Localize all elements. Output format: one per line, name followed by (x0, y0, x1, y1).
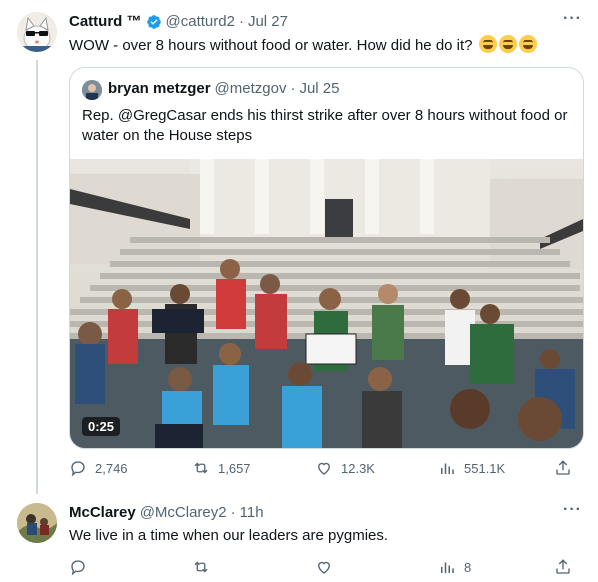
views-chart-icon (441, 562, 454, 573)
share-button[interactable] (554, 459, 572, 477)
author-handle[interactable]: @catturd2 (166, 13, 235, 30)
tweet-action-bar: 2,746 1,657 12.3K 551.1K (69, 459, 579, 477)
reply-reply-button[interactable] (69, 558, 192, 576)
views-chart-icon (441, 463, 454, 474)
tweet-text-block: WOW - over 8 hours without food or water… (69, 35, 579, 56)
thread-connector (36, 60, 38, 494)
views-button[interactable]: 551.1K (438, 459, 554, 477)
reply-retweet-button[interactable] (192, 558, 315, 576)
video-thumbnail (70, 159, 583, 448)
more-options-icon[interactable]: ··· (563, 10, 582, 28)
tweet-text: WOW - over 8 hours without food or water… (69, 37, 473, 54)
separator: · (290, 80, 296, 97)
author-name[interactable]: Catturd ™ (69, 13, 142, 30)
laughing-emoji-icon (478, 35, 497, 53)
view-count: 551.1K (464, 460, 506, 476)
retweet-icon (194, 561, 208, 573)
reply-more-options-icon[interactable]: ··· (563, 501, 582, 519)
reply-view-count: 8 (464, 559, 472, 575)
retweet-icon (194, 462, 208, 474)
share-icon (556, 559, 570, 574)
quoted-tweet-date[interactable]: Jul 25 (299, 80, 339, 97)
catturd-avatar[interactable] (17, 12, 57, 52)
reply-header: McClarey @McClarey2 · 11h (69, 504, 264, 521)
quoted-tweet-header: bryan metzger @metzgov · Jul 25 (108, 80, 340, 97)
tweet-header: Catturd ™ @catturd2 · Jul 27 (69, 13, 288, 30)
laughing-emoji-icon (518, 35, 537, 53)
video-duration: 0:25 (82, 417, 121, 436)
like-count: 12.3K (341, 460, 375, 476)
reply-icon (71, 461, 85, 477)
quoted-author-name[interactable]: bryan metzger (108, 80, 211, 97)
laughing-emoji-icon (498, 35, 517, 53)
mcclarey-avatar[interactable] (17, 503, 57, 543)
reply-icon (71, 560, 85, 576)
quoted-tweet-card[interactable]: bryan metzger @metzgov · Jul 25 Rep. @Gr… (69, 67, 584, 449)
reply-action-bar: 8 (69, 558, 579, 576)
reply-date[interactable]: 11h (240, 504, 264, 521)
reply-views-button[interactable]: 8 (438, 558, 554, 576)
reply-like-button[interactable] (315, 558, 438, 576)
quoted-tweet-text: Rep. @GregCasar ends his thirst strike a… (82, 107, 568, 144)
separator: · (230, 504, 236, 521)
share-icon (556, 460, 570, 475)
quoted-author-handle[interactable]: @metzgov (215, 80, 287, 97)
heart-icon (318, 561, 330, 574)
reply-author-handle[interactable]: @McClarey2 (140, 504, 227, 521)
retweet-count: 1,657 (218, 460, 251, 476)
reply-text: We live in a time when our leaders are p… (69, 527, 389, 544)
metzger-avatar[interactable] (82, 80, 102, 100)
reply-count: 2,746 (95, 460, 128, 476)
verified-badge-icon (146, 14, 161, 29)
reply-author-name[interactable]: McClarey (69, 504, 136, 521)
heart-icon (318, 462, 330, 475)
tweet-date[interactable]: Jul 27 (248, 13, 288, 30)
reply-share-button[interactable] (554, 558, 572, 576)
separator: · (238, 13, 244, 30)
like-button[interactable]: 12.3K (315, 459, 438, 477)
reply-button[interactable]: 2,746 (69, 459, 192, 477)
retweet-button[interactable]: 1,657 (192, 459, 315, 477)
quoted-video[interactable]: 0:25 (70, 159, 583, 448)
